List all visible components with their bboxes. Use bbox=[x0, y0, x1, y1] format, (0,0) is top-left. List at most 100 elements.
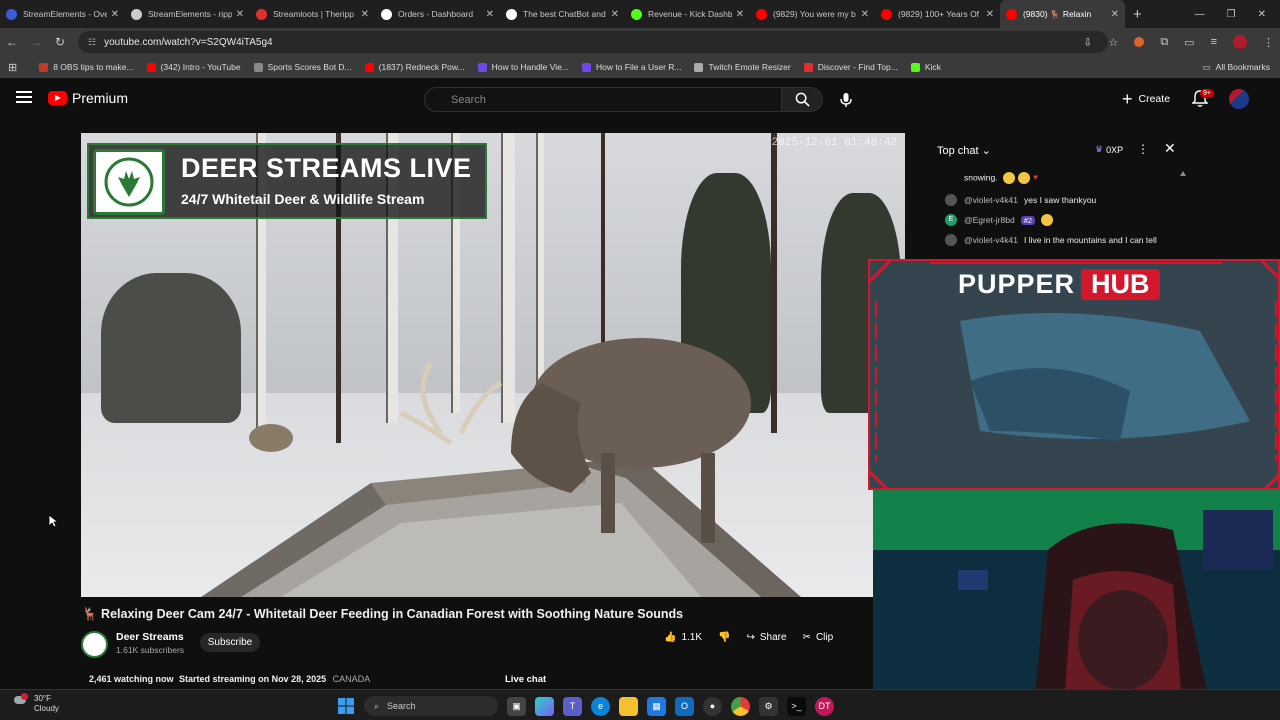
tab-close-icon[interactable]: ✕ bbox=[236, 9, 244, 20]
teams-icon[interactable]: T bbox=[563, 696, 582, 716]
browser-tab[interactable]: (9830) 🦌 Relaxin ✕ bbox=[1000, 0, 1125, 28]
share-button[interactable]: ↪ Share bbox=[746, 632, 786, 643]
bookmark-item[interactable]: Twitch Emote Resizer bbox=[694, 62, 791, 72]
bookmark-item[interactable]: How to File a User R... bbox=[581, 62, 681, 72]
tab-favicon-icon bbox=[131, 8, 142, 20]
browser-tab[interactable]: Orders - Dashboard ✕ bbox=[375, 0, 500, 28]
chat-scroll-up-icon[interactable] bbox=[1180, 170, 1186, 176]
file-explorer-icon[interactable] bbox=[619, 696, 638, 716]
taskbar-search[interactable]: ⌕ Search bbox=[364, 696, 498, 716]
toolbar-icons: ⇩ ☆ ⧉ ▭ ≡ ⋮ bbox=[1083, 31, 1274, 53]
bookmark-item[interactable]: Discover - Find Top... bbox=[803, 62, 898, 72]
extensions-puzzle-icon[interactable]: ⧉ bbox=[1160, 36, 1168, 49]
dislike-button[interactable]: 👎 bbox=[718, 632, 730, 643]
task-view-icon[interactable]: ▣ bbox=[507, 696, 526, 716]
windows-start-icon[interactable] bbox=[336, 697, 355, 716]
youtube-logo[interactable]: Premium bbox=[48, 90, 128, 106]
heart-icon: ♥ bbox=[1032, 172, 1038, 183]
like-button[interactable]: 👍 1.1K bbox=[664, 632, 702, 643]
sidepanel-icon[interactable]: ▭ bbox=[1184, 36, 1194, 49]
chat-text: I live in the mountains and I can tell bbox=[1023, 235, 1157, 245]
search-input[interactable]: Search bbox=[424, 87, 782, 112]
tab-close-icon[interactable]: ✕ bbox=[611, 9, 619, 20]
tab-close-icon[interactable]: ✕ bbox=[111, 9, 119, 20]
live-chat-toggle[interactable]: Live chat bbox=[505, 674, 546, 685]
top-chat-dropdown[interactable]: Top chat ⌄ bbox=[937, 144, 991, 157]
copilot-icon[interactable] bbox=[535, 696, 554, 716]
install-icon[interactable]: ⇩ bbox=[1083, 36, 1092, 49]
all-bookmarks[interactable]: ▭ All Bookmarks bbox=[1203, 56, 1270, 78]
chat-username[interactable]: @violet-v4k41 bbox=[964, 195, 1018, 205]
extension-icon[interactable] bbox=[1134, 37, 1145, 47]
overlay-title: DEER STREAMS LIVE bbox=[181, 153, 472, 183]
profile-avatar-icon[interactable] bbox=[1233, 35, 1247, 49]
back-icon[interactable]: ← bbox=[0, 35, 24, 49]
browser-tab[interactable]: (9829) 100+ Years Of ✕ bbox=[875, 0, 1000, 28]
search-button[interactable] bbox=[781, 87, 823, 112]
minimize-icon[interactable]: — bbox=[1195, 9, 1205, 20]
store-icon[interactable]: ▦ bbox=[647, 696, 666, 716]
maximize-icon[interactable]: ❐ bbox=[1227, 9, 1236, 20]
app-icon[interactable]: ⚙ bbox=[759, 696, 778, 716]
bookmark-item[interactable]: 8 OBS tips to make... bbox=[39, 62, 134, 72]
bookmark-item[interactable]: (1837) Redneck Pow... bbox=[364, 62, 465, 72]
tab-title: Streamloots | Theripp bbox=[273, 9, 354, 19]
browser-tab[interactable]: (9829) You were my b ✕ bbox=[750, 0, 875, 28]
forward-icon[interactable]: → bbox=[24, 35, 48, 49]
tab-close-icon[interactable]: ✕ bbox=[861, 9, 869, 20]
thumbs-up-icon: 👍 bbox=[664, 632, 677, 643]
channel-name[interactable]: Deer Streams bbox=[116, 631, 184, 643]
media-icon[interactable]: ≡ bbox=[1211, 36, 1217, 48]
browser-tab[interactable]: StreamElements - ripp ✕ bbox=[125, 0, 250, 28]
bookmark-label: How to Handle Vie... bbox=[491, 62, 569, 72]
site-info-icon[interactable]: ☷ bbox=[88, 37, 96, 48]
bookmark-item[interactable]: Sports Scores Bot D... bbox=[253, 62, 352, 72]
apps-grid-icon[interactable]: ⊞ bbox=[8, 61, 17, 74]
clip-button[interactable]: ✂ Clip bbox=[803, 632, 834, 643]
menu-dots-icon[interactable]: ⋮ bbox=[1263, 36, 1274, 49]
close-window-icon[interactable]: ✕ bbox=[1258, 9, 1266, 20]
bookmark-item[interactable]: (342) Intro - YouTube bbox=[146, 62, 241, 72]
chat-more-icon[interactable]: ⋮ bbox=[1137, 142, 1149, 156]
bookmark-favicon-icon bbox=[477, 62, 487, 72]
voice-search-button[interactable] bbox=[835, 89, 857, 111]
bookmark-item[interactable]: Kick bbox=[910, 62, 941, 72]
tab-close-icon[interactable]: ✕ bbox=[986, 9, 994, 20]
tab-favicon-icon bbox=[381, 8, 392, 20]
channel-avatar[interactable] bbox=[81, 631, 108, 658]
terminal-icon[interactable]: >_ bbox=[787, 696, 806, 716]
browser-tab[interactable]: Revenue - Kick Dashb ✕ bbox=[625, 0, 750, 28]
browser-tab[interactable]: The best ChatBot and ✕ bbox=[500, 0, 625, 28]
chrome-icon[interactable] bbox=[731, 696, 750, 716]
chat-username[interactable]: @violet-v4k41 bbox=[964, 235, 1018, 245]
bookmark-star-icon[interactable]: ☆ bbox=[1108, 36, 1118, 49]
browser-tab[interactable]: StreamElements - Ove ✕ bbox=[0, 0, 125, 28]
bookmark-favicon-icon bbox=[146, 62, 156, 72]
xp-indicator[interactable]: ♛ 0XP bbox=[1095, 144, 1123, 155]
user-avatar[interactable] bbox=[1229, 89, 1249, 109]
browser-tab[interactable]: Streamloots | Theripp ✕ bbox=[250, 0, 375, 28]
app-icon[interactable]: DT bbox=[815, 696, 834, 716]
microphone-icon bbox=[840, 93, 852, 107]
chat-close-icon[interactable]: ✕ bbox=[1164, 140, 1176, 157]
reload-icon[interactable]: ↻ bbox=[48, 35, 72, 49]
tab-close-icon[interactable]: ✕ bbox=[361, 9, 369, 20]
obs-icon[interactable]: ● bbox=[703, 696, 722, 716]
edge-icon[interactable]: e bbox=[591, 696, 610, 716]
chat-message: E @Egret-jr8bd #2 bbox=[945, 214, 1054, 226]
url-field[interactable]: ☷ youtube.com/watch?v=S2QW4iTA5g4 bbox=[78, 31, 1108, 53]
new-tab-icon[interactable]: + bbox=[1133, 6, 1142, 23]
chat-username[interactable]: @Egret-jr8bd bbox=[964, 215, 1015, 225]
outlook-icon[interactable]: O bbox=[675, 696, 694, 716]
tab-close-icon[interactable]: ✕ bbox=[736, 9, 744, 20]
subscribe-button[interactable]: Subscribe bbox=[200, 633, 260, 652]
tab-close-icon[interactable]: ✕ bbox=[1111, 9, 1119, 20]
hamburger-menu-icon[interactable] bbox=[16, 91, 32, 103]
video-player[interactable]: DEER STREAMS LIVE 24/7 Whitetail Deer & … bbox=[81, 133, 905, 597]
bookmark-item[interactable]: How to Handle Vie... bbox=[477, 62, 569, 72]
country-tag[interactable]: CANADA bbox=[333, 674, 371, 684]
chat-avatar: E bbox=[945, 214, 957, 226]
windows-taskbar: 30°F Cloudy ⌕ Search ▣ T e ▦ O ● ⚙ >_ DT bbox=[0, 689, 1280, 720]
tab-close-icon[interactable]: ✕ bbox=[486, 9, 494, 20]
create-button[interactable]: + Create bbox=[1122, 88, 1170, 110]
